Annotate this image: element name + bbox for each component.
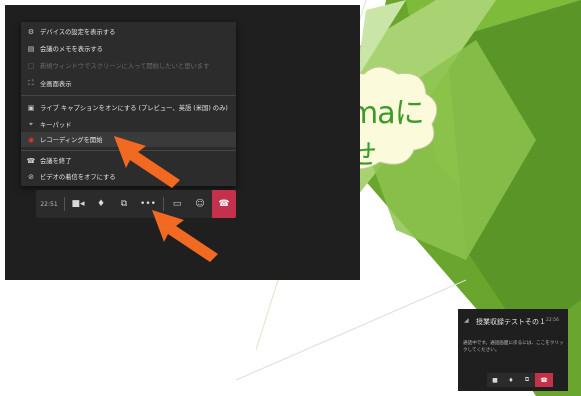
menu-item-meeting-notes[interactable]: ▤ 会議のメモを表示する: [21, 41, 236, 56]
annotation-arrow-icon: [152, 210, 218, 262]
mini-share-screen-button[interactable]: ⧉: [519, 373, 535, 387]
menu-item-label: 新規ウィンドウでスクリーンに入って開始したいと思います: [40, 63, 210, 70]
menu-item-label: ライブ キャプションをオンにする (プレビュー、英語 (米国) のみ): [40, 105, 228, 112]
menu-item-label: 全画面表示: [40, 81, 72, 88]
video-off-icon: ⊘: [28, 172, 34, 181]
slide-text-line1: maに: [349, 96, 425, 131]
microphone-icon: ♦: [508, 376, 514, 384]
mini-window-title: 授業収録テストその１: [476, 318, 546, 326]
camera-icon: ■: [492, 376, 498, 384]
mini-call-timer: 22:56: [546, 318, 559, 323]
menu-item-label: デバイスの設定を表示する: [40, 29, 116, 36]
share-screen-button[interactable]: ⧉: [113, 190, 135, 218]
menu-divider: [21, 95, 236, 96]
microphone-button[interactable]: ♦: [90, 190, 112, 218]
share-screen-icon: ⧉: [524, 376, 530, 383]
window-icon: ▢: [27, 61, 35, 70]
menu-item-live-captions[interactable]: ▣ ライブ キャプションをオンにする (プレビュー、英語 (米国) のみ): [21, 100, 236, 115]
share-screen-icon: ⧉: [120, 199, 128, 209]
record-icon: ◉: [27, 135, 35, 144]
gear-icon: ⚙: [27, 27, 35, 36]
mini-window-message[interactable]: 通話中です。通話画面に戻るには、ここをクリックしてください。: [463, 340, 565, 354]
call-timer: 22:51: [40, 200, 58, 208]
mini-microphone-button[interactable]: ♦: [503, 373, 519, 387]
menu-item-device-settings[interactable]: ⚙ デバイスの設定を表示する: [21, 24, 236, 39]
menu-item-label: 会議を終了: [40, 158, 72, 165]
camera-icon: ■◂: [71, 199, 85, 209]
keypad-icon: ⌖: [29, 120, 33, 128]
menu-item-label: ビデオの着信をオフにする: [40, 174, 116, 181]
microphone-icon: ♦: [96, 199, 106, 209]
notes-icon: ▤: [27, 44, 35, 53]
end-meeting-icon: ☎: [26, 156, 36, 165]
menu-item-label: レコーディングを開始: [40, 137, 103, 144]
menu-item-fullscreen[interactable]: ⛶ 全画面表示: [21, 76, 236, 91]
mini-call-controls: ■ ♦ ⧉ ☎: [487, 373, 553, 387]
captions-icon: ▣: [27, 103, 35, 112]
menu-item-label: キーパッド: [40, 122, 72, 129]
fullscreen-icon: ⛶: [28, 79, 34, 87]
hang-up-icon: ☎: [540, 376, 548, 384]
mini-call-window[interactable]: ◢ 授業収録テストその１ 22:56 通話中です。通話画面に戻るには、ここをクリ…: [458, 309, 568, 391]
annotation-arrow-icon: [114, 136, 180, 188]
menu-item-new-window: ▢ 新規ウィンドウでスクリーンに入って開始したいと思います: [21, 58, 236, 73]
mini-camera-button[interactable]: ■: [487, 373, 503, 387]
camera-button[interactable]: ■◂: [67, 190, 89, 218]
pin-icon: ◢: [464, 317, 469, 324]
menu-item-keypad[interactable]: ⌖ キーパッド: [21, 117, 236, 132]
menu-item-label: 会議のメモを表示する: [40, 46, 103, 53]
toolbar-divider: [64, 197, 65, 211]
mini-hang-up-button[interactable]: ☎: [535, 373, 553, 387]
